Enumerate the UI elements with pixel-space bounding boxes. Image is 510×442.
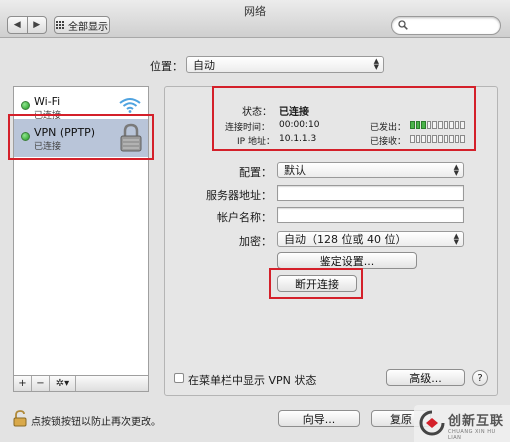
meter-segment: [460, 121, 465, 129]
encryption-label: 加密：: [239, 235, 272, 248]
server-address-input[interactable]: [277, 185, 464, 201]
action-menu-button[interactable]: ✲▾: [50, 376, 76, 391]
sent-label: 已发出：: [370, 123, 407, 133]
meter-segment: [454, 121, 460, 129]
toolbar: 网络 ◀ ▶ 全部显示: [0, 0, 510, 38]
meter-segment: [432, 121, 437, 129]
show-vpn-status-label: 在菜单栏中显示 VPN 状态: [188, 374, 317, 387]
back-button[interactable]: ◀: [8, 17, 27, 33]
meter-segment: [426, 135, 432, 143]
disconnect-button[interactable]: 断开连接: [277, 275, 357, 292]
help-button[interactable]: ?: [472, 370, 488, 386]
location-value: 自动: [193, 58, 215, 72]
account-label: 帐户名称：: [217, 211, 272, 224]
received-meter: [410, 135, 465, 143]
show-all-label: 全部显示: [68, 21, 108, 33]
status-value: 已连接: [279, 107, 309, 118]
meter-segment: [432, 135, 437, 143]
watermark: 创新互联 CHUANG XIN HU LIAN: [414, 405, 510, 442]
watermark-text: 创新互联: [448, 414, 505, 429]
server-label: 服务器地址：: [206, 189, 272, 202]
service-item-vpn[interactable]: VPN (PPTP) 已连接: [14, 119, 148, 157]
service-list-toolbar: + − ✲▾: [13, 376, 149, 392]
wifi-icon: [119, 98, 141, 113]
meter-segment: [426, 121, 432, 129]
show-vpn-status-checkbox[interactable]: [174, 373, 184, 383]
updown-arrows-icon: ▲ ▼: [453, 232, 459, 246]
search-input[interactable]: [391, 16, 501, 35]
show-all-button[interactable]: 全部显示: [54, 16, 110, 34]
updown-arrows-icon: ▲ ▼: [373, 57, 379, 71]
connect-time-label: 连接时间：: [225, 123, 271, 133]
encryption-select[interactable]: 自动（128 位或 40 位） ▲ ▼: [277, 231, 464, 247]
updown-arrows-icon: ▲ ▼: [453, 163, 459, 177]
lock-hint-text: 点按锁按钮以防止再次更改。: [31, 417, 161, 428]
encryption-value: 自动（128 位或 40 位）: [284, 233, 407, 246]
status-dot-icon: [21, 132, 30, 141]
meter-segment: [460, 135, 465, 143]
meter-segment: [421, 135, 426, 143]
location-label: 位置：: [150, 60, 183, 73]
auth-settings-button[interactable]: 鉴定设置...: [277, 252, 417, 269]
status-label: 状态：: [242, 107, 272, 118]
meter-segment: [449, 121, 454, 129]
remove-service-button[interactable]: −: [32, 376, 50, 391]
meter-segment: [410, 135, 415, 143]
status-dot-icon: [21, 101, 30, 110]
padlock-open-icon[interactable]: [13, 410, 27, 427]
add-service-button[interactable]: +: [14, 376, 32, 391]
meter-segment: [437, 135, 443, 143]
meter-segment: [415, 135, 421, 143]
brand-logo-icon: [419, 410, 445, 436]
grid-icon: [56, 20, 65, 30]
location-select[interactable]: 自动 ▲ ▼: [186, 56, 384, 73]
service-status: 已连接: [34, 142, 62, 152]
received-label: 已接收：: [370, 137, 407, 147]
service-name: Wi-Fi: [34, 95, 61, 108]
meter-segment: [443, 135, 449, 143]
connect-time-value: 00:00:10: [279, 120, 320, 130]
service-name: VPN (PPTP): [34, 126, 96, 139]
config-select[interactable]: 默认 ▲ ▼: [277, 162, 464, 178]
watermark-subtext: CHUANG XIN HU LIAN: [448, 429, 496, 441]
meter-segment: [454, 135, 460, 143]
meter-segment: [410, 121, 415, 129]
forward-button[interactable]: ▶: [26, 17, 47, 33]
meter-segment: [415, 121, 421, 129]
sent-meter: [410, 121, 465, 129]
meter-segment: [443, 121, 449, 129]
ip-value: 10.1.1.3: [279, 134, 317, 144]
network-preferences-window: 网络 ◀ ▶ 全部显示 位置： 自动 ▲ ▼ Wi-Fi 已连接 VPN (PP…: [0, 0, 510, 442]
search-icon: [398, 20, 408, 30]
meter-segment: [421, 121, 426, 129]
service-list[interactable]: Wi-Fi 已连接 VPN (PPTP) 已连接: [13, 86, 149, 376]
assist-me-button[interactable]: 向导...: [278, 410, 360, 427]
advanced-button[interactable]: 高级...: [386, 369, 465, 386]
service-item-wifi[interactable]: Wi-Fi 已连接: [14, 91, 148, 121]
account-name-input[interactable]: [277, 207, 464, 223]
config-label: 配置：: [239, 166, 272, 179]
vpn-lock-icon: [120, 123, 142, 152]
nav-button-group: ◀ ▶: [7, 16, 47, 34]
meter-segment: [437, 121, 443, 129]
ip-label: IP 地址：: [237, 137, 275, 147]
config-value: 默认: [284, 164, 306, 177]
meter-segment: [449, 135, 454, 143]
